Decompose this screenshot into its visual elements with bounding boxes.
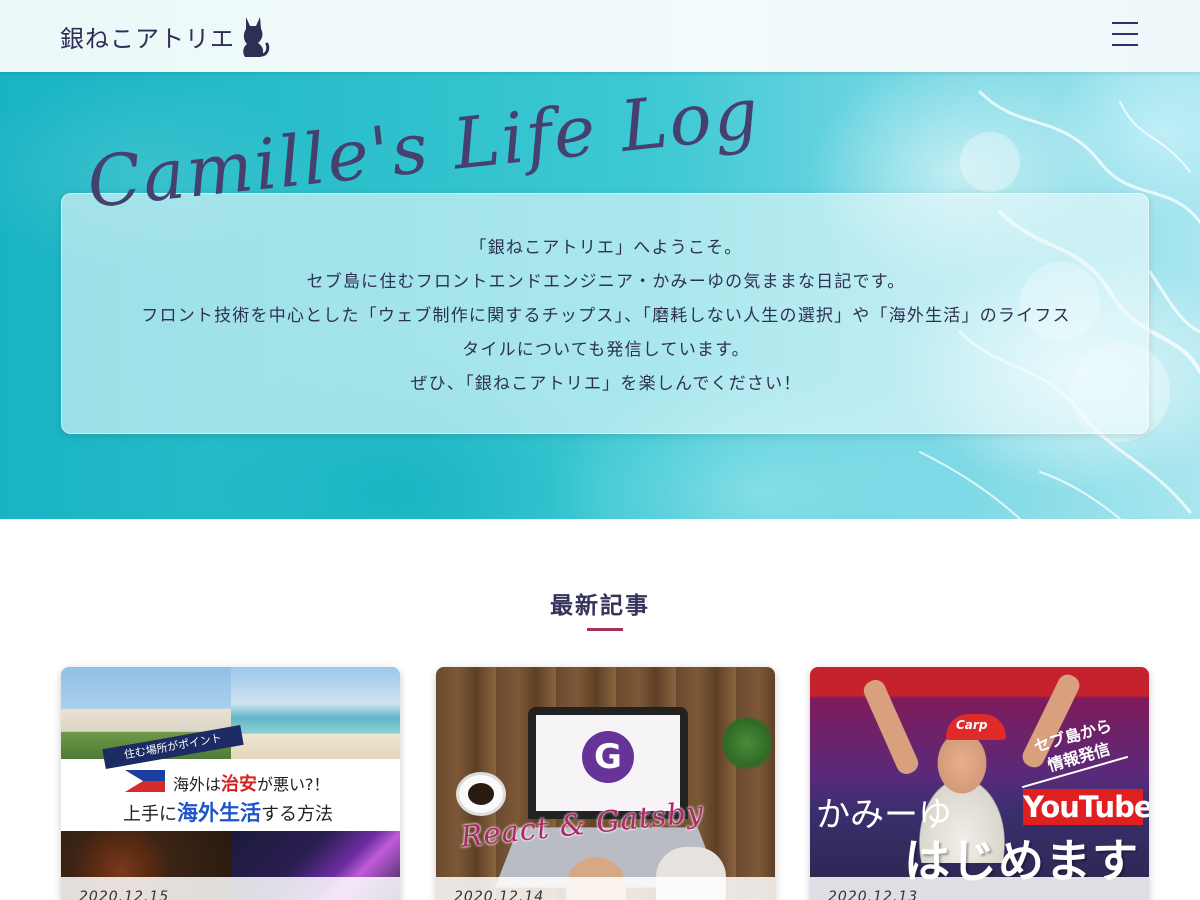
article-card-overseas-safety[interactable]: 住む場所がポイント 海外は治安が悪い?！ 上手に海外生活する方法 2020.12…: [61, 667, 400, 900]
hamburger-menu-icon-bar-bottom: [1112, 44, 1138, 46]
site-logo-link[interactable]: 銀ねこアトリエ: [60, 12, 271, 60]
latest-articles-heading: 最新記事: [550, 593, 650, 619]
youtube-badge: YouTube: [1023, 789, 1149, 825]
laptop-screen: G: [536, 715, 680, 811]
heading-underline: [587, 628, 623, 631]
article-date: 2020.12.15: [79, 889, 170, 900]
article-card-youtube-start[interactable]: Carp セブ島から 情報発信 かみーゆ YouTube はじめます 2020.1…: [810, 667, 1149, 900]
cap-icon: Carp: [946, 714, 1006, 740]
welcome-message-card: 「銀ねこアトリエ」へようこそ。 セブ島に住むフロントエンドエンジニア・かみーゆの…: [61, 193, 1149, 434]
coffee-cup-icon: [456, 772, 506, 816]
welcome-line: タイルについても発信しています。: [462, 340, 750, 360]
plant-icon: [722, 713, 772, 773]
thumb-headline-line1: 海外は治安が悪い?！: [173, 774, 330, 795]
site-logo-text: 銀ねこアトリエ: [60, 24, 235, 53]
article-date: 2020.12.14: [454, 889, 545, 900]
thumb-beach-photo: [231, 667, 400, 759]
hamburger-menu-button[interactable]: [1106, 18, 1144, 50]
philippines-flag-icon: [125, 770, 165, 792]
welcome-line: セブ島に住むフロントエンドエンジニア・かみーゆの気ままな日記です。: [306, 272, 906, 292]
hero-banner: Camille's Life Log 「銀ねこアトリエ」へようこそ。 セブ島に住…: [0, 72, 1200, 519]
site-header: 銀ねこアトリエ: [0, 0, 1200, 72]
article-card-react-gatsby[interactable]: G React & Gatsby 2020.12.14: [436, 667, 775, 900]
welcome-line: ぜひ、「銀ねこアトリエ」を楽しんでください！: [410, 374, 802, 394]
hamburger-menu-icon-bar-middle: [1112, 33, 1138, 35]
welcome-line: フロント技術を中心とした「ウェブ制作に関するチップス」、「磨耗しない人生の選択」…: [141, 306, 1071, 326]
welcome-message: 「銀ねこアトリエ」へようこそ。 セブ島に住むフロントエンドエンジニア・かみーゆの…: [62, 231, 1150, 401]
cat-silhouette-icon: [243, 17, 270, 57]
article-date: 2020.12.13: [828, 889, 919, 900]
thumb-headline-line2: 上手に海外生活する方法: [123, 801, 333, 825]
hamburger-menu-icon-bar-top: [1112, 22, 1138, 24]
welcome-line: 「銀ねこアトリエ」へようこそ。: [469, 238, 743, 258]
gatsby-logo-icon: G: [582, 731, 634, 783]
